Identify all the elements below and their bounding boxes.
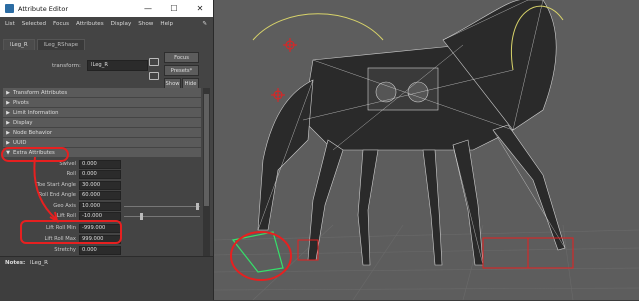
expand-arrow-icon: ▶ — [6, 109, 10, 116]
section-uuid[interactable]: ▶ UUID — [3, 138, 201, 147]
attr-row-stretchy: Stretchy 0.000 — [0, 246, 213, 255]
crab-mesh[interactable] — [257, 0, 566, 266]
notes-label: Notes: — [5, 260, 26, 266]
tab-lleg-rshape[interactable]: lLeg_RShape — [36, 39, 86, 50]
slider-knob[interactable] — [140, 213, 143, 220]
expand-arrow-icon: ▶ — [6, 89, 10, 96]
go-to-input-icon[interactable] — [149, 58, 159, 66]
expand-arrow-icon: ▶ — [6, 129, 10, 136]
minimize-button[interactable]: — — [135, 0, 161, 17]
maya-icon — [5, 4, 14, 13]
toe-start-angle-field[interactable]: 30.000 — [79, 181, 121, 190]
menu-display[interactable]: Display — [111, 21, 132, 27]
stretchy-field[interactable]: 0.000 — [79, 246, 121, 255]
expand-arrow-icon: ▶ — [6, 99, 10, 106]
section-display[interactable]: ▶ Display — [3, 118, 201, 127]
attribute-editor-panel: Attribute Editor — ☐ ✕ List Selected Foc… — [0, 0, 214, 301]
control-arc[interactable] — [252, 13, 384, 41]
crab-rig-scene — [213, 0, 639, 300]
menu-show[interactable]: Show — [138, 21, 153, 27]
maximize-button[interactable]: ☐ — [161, 0, 187, 17]
menu-list[interactable]: List — [5, 21, 15, 27]
section-transform-attributes[interactable]: ▶ Transform Attributes — [3, 88, 201, 97]
window-title: Attribute Editor — [18, 4, 69, 13]
menu-focus[interactable]: Focus — [53, 21, 69, 27]
lift-roll-slider[interactable] — [124, 213, 200, 220]
node-tabs: lLeg_R lLeg_RShape — [0, 36, 213, 50]
menu-help[interactable]: Help — [160, 21, 173, 27]
notes-area[interactable]: Notes: lLeg_R — [0, 256, 213, 301]
geo-axis-slider[interactable] — [124, 203, 200, 210]
vertical-scrollbar[interactable] — [203, 88, 210, 256]
swivel-field[interactable]: 0.000 — [79, 160, 121, 169]
pin-icon[interactable]: ✎ — [202, 21, 207, 27]
menu-attributes[interactable]: Attributes — [76, 21, 104, 27]
tab-lleg-r[interactable]: lLeg_R — [3, 39, 35, 50]
roll-end-angle-field[interactable]: 60.000 — [79, 191, 121, 200]
roll-field[interactable]: 0.000 — [79, 170, 121, 179]
notes-node-name: lLeg_R — [30, 260, 48, 266]
expand-arrow-icon: ▶ — [6, 119, 10, 126]
scroll-thumb[interactable] — [204, 94, 209, 206]
title-bar: Attribute Editor — ☐ ✕ — [0, 0, 213, 17]
section-node-behavior[interactable]: ▶ Node Behavior — [3, 128, 201, 137]
menu-selected[interactable]: Selected — [22, 21, 46, 27]
slider-knob[interactable] — [196, 203, 199, 210]
section-pivots[interactable]: ▶ Pivots — [3, 98, 201, 107]
focus-button[interactable]: Focus — [164, 52, 199, 63]
presets-button[interactable]: Presets* — [164, 65, 199, 76]
geo-axis-field[interactable]: 10.000 — [79, 202, 121, 211]
transform-name-field[interactable]: lLeg_R — [87, 60, 148, 71]
expand-arrow-icon: ▶ — [6, 139, 10, 146]
3d-viewport[interactable] — [213, 0, 639, 300]
menu-bar: List Selected Focus Attributes Display S… — [0, 17, 213, 31]
pole-vector-controls[interactable] — [271, 38, 297, 102]
go-to-output-icon[interactable] — [149, 72, 159, 80]
annotation-arrow — [33, 156, 59, 223]
close-button[interactable]: ✕ — [187, 0, 213, 17]
header-buttons: Focus Presets* Show Hide — [164, 52, 199, 91]
annotation-circle — [230, 231, 292, 281]
section-limit-information[interactable]: ▶ Limit Information — [3, 108, 201, 117]
transform-label: transform: — [52, 63, 81, 69]
